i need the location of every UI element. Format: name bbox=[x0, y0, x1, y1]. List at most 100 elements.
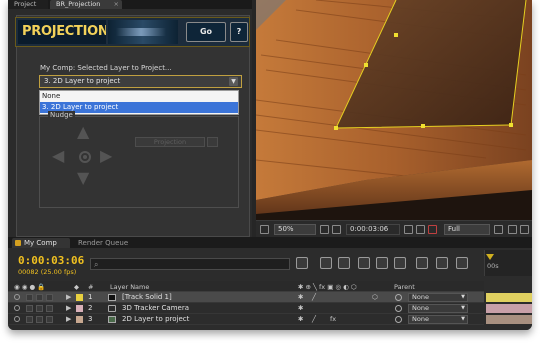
motion-blur-icon[interactable] bbox=[376, 257, 388, 269]
layer-row-3[interactable]: ▶ 3 2D Layer to project ✱ ╱ fx None ▼ bbox=[8, 314, 484, 325]
chevron-down-icon: ▼ bbox=[461, 305, 465, 311]
shy-switch-icon[interactable]: ✱ bbox=[298, 303, 303, 314]
time-ruler[interactable]: 00s bbox=[484, 250, 532, 276]
audio-toggle[interactable] bbox=[26, 294, 33, 301]
nudge-right-arrow-icon[interactable]: ▶ bbox=[100, 148, 112, 164]
current-timecode[interactable]: 0:00:03:06 bbox=[18, 254, 84, 267]
wood-table-image bbox=[256, 0, 532, 220]
footage-layer-icon bbox=[108, 316, 116, 323]
label-color-swatch[interactable] bbox=[76, 316, 83, 323]
expand-triangle-icon[interactable]: ▶ bbox=[66, 292, 71, 303]
visibility-eye-icon[interactable] bbox=[14, 294, 20, 300]
projector-graphic bbox=[108, 20, 178, 44]
quality-switch-icon[interactable]: ╱ bbox=[312, 314, 316, 325]
pick-whip-icon[interactable] bbox=[395, 305, 402, 312]
color-channels-icon[interactable] bbox=[428, 225, 437, 234]
draft-3d-icon[interactable] bbox=[320, 257, 332, 269]
roi-icon[interactable] bbox=[494, 225, 503, 234]
layer-column-headers: ◉ ◉ ● 🔒 ◆ # Layer Name ✱ ⊕ ╲ fx ▣ ◎ ◐ ⬡ … bbox=[8, 281, 484, 292]
effects-switch-icon[interactable]: fx bbox=[330, 314, 336, 325]
shy-switch-icon[interactable]: ✱ bbox=[298, 314, 303, 325]
nudge-left-arrow-icon[interactable]: ◀ bbox=[52, 148, 64, 164]
camera-layer-icon bbox=[108, 305, 116, 312]
layer-number: 2 bbox=[88, 304, 93, 312]
grid-icon[interactable] bbox=[320, 225, 329, 234]
graph-editor-icon[interactable] bbox=[416, 257, 428, 269]
lock-toggle[interactable] bbox=[46, 305, 53, 312]
audio-toggle[interactable] bbox=[26, 305, 33, 312]
layer-name[interactable]: [Track Solid 1] bbox=[122, 292, 172, 303]
layer-name[interactable]: 2D Layer to project bbox=[122, 314, 189, 325]
projection-button[interactable]: Projection bbox=[135, 137, 205, 147]
nudge-center-icon[interactable] bbox=[79, 151, 91, 163]
brainstorm-icon[interactable] bbox=[394, 257, 406, 269]
chevron-down-icon: ▼ bbox=[461, 294, 465, 300]
layer-3-duration-bar[interactable] bbox=[486, 315, 532, 324]
col-number: # bbox=[88, 283, 94, 291]
nudge-group bbox=[39, 116, 239, 208]
layer-search-input[interactable]: ⌕ bbox=[90, 258, 290, 270]
mask-icon[interactable] bbox=[332, 225, 341, 234]
chevron-down-icon[interactable]: ▼ bbox=[229, 77, 238, 86]
tab-project[interactable]: Project bbox=[8, 0, 48, 9]
layer-row-2[interactable]: ▶ 2 3D Tracker Camera ✱ None ▼ bbox=[8, 303, 484, 314]
col-layer-name[interactable]: Layer Name bbox=[110, 283, 149, 291]
layer-2-duration-bar[interactable] bbox=[486, 304, 532, 313]
layer-1-duration-bar[interactable] bbox=[486, 293, 532, 302]
pick-whip-icon[interactable] bbox=[395, 294, 402, 301]
parent-select[interactable]: None ▼ bbox=[408, 304, 468, 313]
nudge-up-arrow-icon[interactable]: ▲ bbox=[77, 124, 89, 140]
label-color-swatch[interactable] bbox=[76, 305, 83, 312]
solo-toggle[interactable] bbox=[36, 305, 43, 312]
projection-options-button[interactable] bbox=[207, 137, 218, 147]
solo-toggle[interactable] bbox=[36, 316, 43, 323]
camera-icon[interactable] bbox=[404, 225, 413, 234]
parent-value: None bbox=[412, 304, 429, 312]
viewer-timecode[interactable]: 0:00:03:06 bbox=[346, 224, 400, 235]
transparency-grid-icon[interactable] bbox=[508, 225, 517, 234]
lock-toggle[interactable] bbox=[46, 316, 53, 323]
frame-blending-icon[interactable] bbox=[358, 257, 370, 269]
lock-icon[interactable] bbox=[436, 257, 448, 269]
composition-viewer[interactable] bbox=[256, 0, 532, 220]
layer-row-1[interactable]: ▶ 1 [Track Solid 1] ✱ ╱ ⬡ None ▼ bbox=[8, 292, 484, 303]
close-tab-icon[interactable]: × bbox=[114, 0, 119, 9]
viewer-timecode-value: 0:00:03:06 bbox=[350, 225, 389, 233]
tab-my-comp[interactable]: My Comp bbox=[12, 238, 70, 248]
layer-number: 1 bbox=[88, 293, 93, 301]
expand-triangle-icon[interactable]: ▶ bbox=[66, 303, 71, 314]
chevron-down-icon: ▼ bbox=[461, 316, 465, 322]
quality-switch-icon[interactable]: ╱ bbox=[312, 292, 316, 303]
tab-br-projection[interactable]: BR_Projection × bbox=[50, 0, 122, 9]
tab-render-queue[interactable]: Render Queue bbox=[78, 238, 148, 248]
solo-toggle[interactable] bbox=[36, 294, 43, 301]
camera-view-icon[interactable] bbox=[520, 225, 529, 234]
help-button[interactable]: ? bbox=[230, 22, 248, 42]
visibility-eye-icon[interactable] bbox=[14, 316, 20, 322]
visibility-eye-icon[interactable] bbox=[14, 305, 20, 311]
lock-toggle[interactable] bbox=[46, 294, 53, 301]
nudge-down-arrow-icon[interactable]: ▼ bbox=[77, 170, 89, 186]
label-color-swatch[interactable] bbox=[76, 294, 83, 301]
quality-select[interactable]: Full bbox=[444, 224, 490, 235]
render-icon[interactable] bbox=[456, 257, 468, 269]
shy-layers-icon[interactable] bbox=[338, 257, 350, 269]
parent-select[interactable]: None ▼ bbox=[408, 293, 468, 302]
tab-br-projection-label: BR_Projection bbox=[56, 0, 101, 8]
zoom-select[interactable]: 50% bbox=[274, 224, 316, 235]
comp-mini-flowchart-icon[interactable] bbox=[296, 257, 308, 269]
playhead-icon[interactable] bbox=[486, 254, 494, 260]
3d-layer-switch-icon[interactable]: ⬡ bbox=[372, 292, 378, 303]
expand-triangle-icon[interactable]: ▶ bbox=[66, 314, 71, 325]
go-button[interactable]: Go bbox=[186, 22, 226, 42]
layer-select[interactable]: 3. 2D Layer to project ▼ bbox=[39, 75, 242, 88]
region-icon[interactable] bbox=[260, 225, 269, 234]
dropdown-option-none[interactable]: None bbox=[40, 91, 238, 102]
shy-switch-icon[interactable]: ✱ bbox=[298, 292, 303, 303]
audio-toggle[interactable] bbox=[26, 316, 33, 323]
search-icon: ⌕ bbox=[94, 260, 99, 269]
parent-select[interactable]: None ▼ bbox=[408, 315, 468, 324]
channel-icon[interactable] bbox=[416, 225, 425, 234]
pick-whip-icon[interactable] bbox=[395, 316, 402, 323]
layer-name[interactable]: 3D Tracker Camera bbox=[122, 303, 189, 314]
